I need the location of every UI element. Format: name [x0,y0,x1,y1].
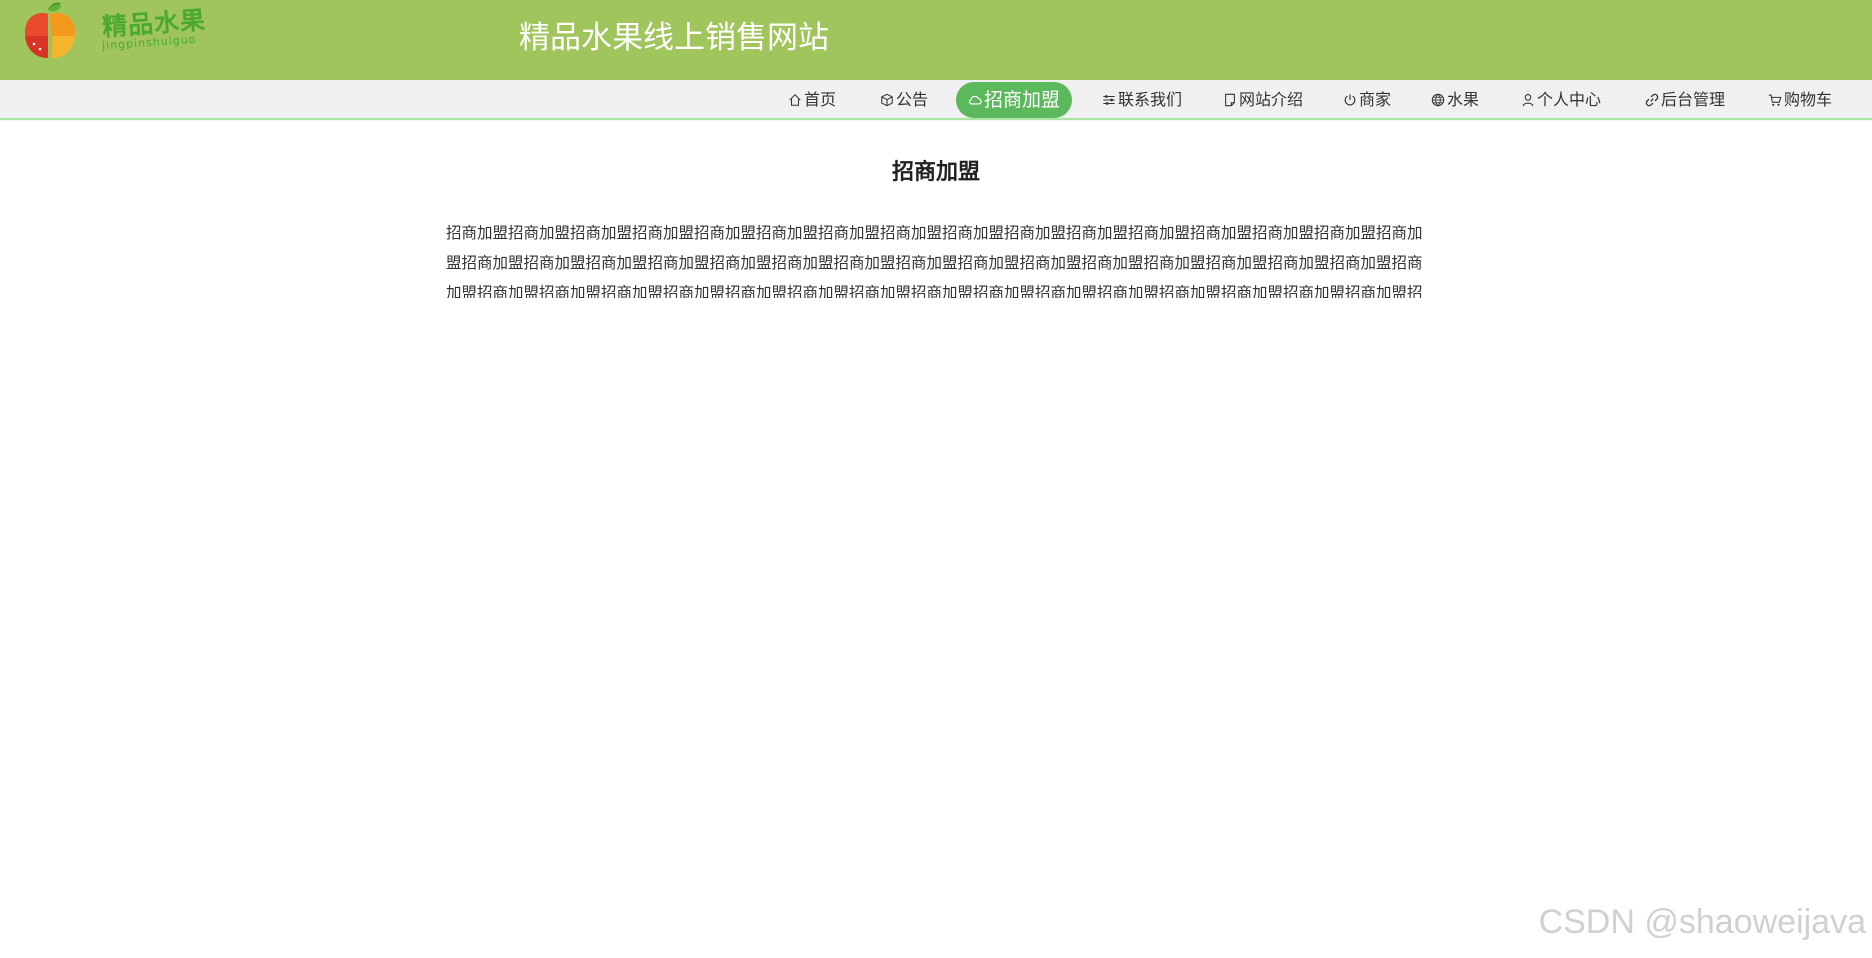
site-header: 精品水果 jingpinshuiguo 精品水果线上销售网站 [0,0,1872,80]
cloud-icon [969,95,982,105]
nav-item-contact[interactable]: 联系我们 [1102,82,1182,118]
sliders-icon [1103,95,1115,105]
nav-item-label: 网站介绍 [1238,90,1303,109]
nav-item-cart[interactable]: 购物车 [1766,82,1834,118]
fruit-logo-icon [25,2,75,58]
nav-item-label: 首页 [803,90,836,109]
nav-item-fruit[interactable]: 水果 [1430,82,1480,118]
nav-item-label: 招商加盟 [983,89,1060,111]
document-icon [1225,93,1235,107]
user-icon [1522,94,1534,107]
nav-item-about[interactable]: 网站介绍 [1222,82,1304,118]
cart-icon [1768,94,1782,106]
nav-item-label: 公告 [895,90,928,109]
nav-item-label: 个人中心 [1536,90,1601,109]
home-icon [789,94,801,106]
nav-item-notice[interactable]: 公告 [876,82,932,118]
csdn-watermark: CSDN @shaoweijava [1538,903,1866,941]
power-icon [1344,94,1356,106]
nav-item-home[interactable]: 首页 [784,82,840,118]
franchise-content: 招商加盟招商加盟招商加盟招商加盟招商加盟招商加盟招商加盟招商加盟招商加盟招商加盟… [446,224,1423,298]
cube-icon [881,93,893,107]
nav-item-admin[interactable]: 后台管理 [1644,82,1726,118]
nav-item-merchant[interactable]: 商家 [1342,82,1392,118]
nav-item-label: 购物车 [1783,90,1832,109]
nav-item-label: 联系我们 [1118,90,1183,109]
nav-item-profile[interactable]: 个人中心 [1520,82,1602,118]
site-logo[interactable]: 精品水果 jingpinshuiguo [22,2,207,62]
nav-item-label: 后台管理 [1660,90,1725,109]
globe-icon [1431,93,1445,107]
site-title: 精品水果线上销售网站 [519,20,829,56]
nav-item-franchise[interactable]: 招商加盟 [956,82,1072,118]
nav-item-label: 水果 [1446,90,1479,109]
page-title: 招商加盟 [891,160,980,185]
link-icon [1645,93,1659,107]
nav-item-label: 商家 [1358,90,1391,109]
main-navbar: 首页 公告 招商加盟 联系我们 网站介绍 商家 水果 个人中心 后台管理 购物车 [0,80,1872,120]
